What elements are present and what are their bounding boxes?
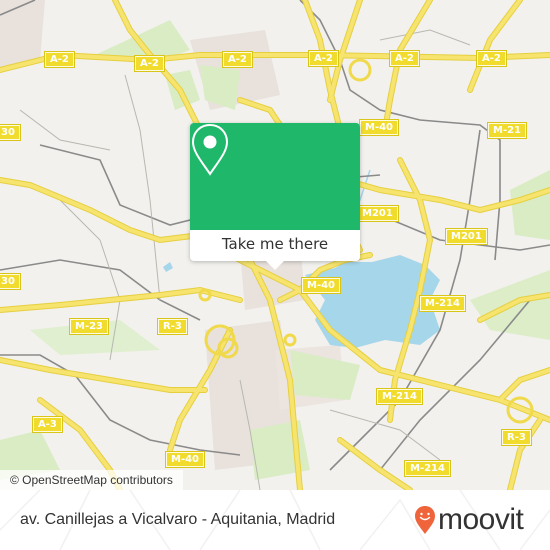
road-shield-m21: M-21	[486, 122, 528, 139]
pond	[163, 262, 173, 272]
road-shield-a2: A-2	[44, 51, 75, 68]
road-shield-m40: M-40	[164, 451, 206, 468]
map-view[interactable]: A-2 A-2 A-2 A-2 A-2 A-2 M-40 M-21 M201 M…	[0, 0, 550, 490]
park-area	[290, 350, 360, 400]
road-shield-m30: 30	[0, 273, 21, 290]
road-shield-a2: A-2	[389, 50, 420, 67]
road-shield-m40: M-40	[358, 119, 400, 136]
road-shield-m214: M-214	[376, 388, 423, 405]
map-attribution[interactable]: © OpenStreetMap contributors	[0, 470, 183, 490]
road-shield-m23: M-23	[68, 318, 110, 335]
take-me-there-button[interactable]: Take me there	[190, 230, 360, 261]
road-shield-m30: 30	[0, 124, 21, 141]
road-shield-r3: R-3	[157, 318, 188, 335]
road-shield-m201: M201	[445, 228, 488, 245]
map-pin-icon	[191, 123, 229, 176]
road-shield-m201: M201	[356, 205, 399, 222]
moovit-pin-icon	[415, 506, 435, 534]
park-area	[200, 65, 240, 110]
take-me-there-popup[interactable]: Take me there	[190, 123, 360, 270]
road-shield-a2: A-2	[222, 51, 253, 68]
road-shield-a3: A-3	[32, 416, 63, 433]
moovit-logo[interactable]: moovit	[414, 500, 524, 540]
road-shield-a2: A-2	[308, 50, 339, 67]
road-shield-a2: A-2	[134, 55, 165, 72]
road-shield-m214: M-214	[419, 295, 466, 312]
popup-pointer	[266, 261, 284, 270]
road-shield-m40: M-40	[300, 277, 342, 294]
road-shield-a2: A-2	[476, 50, 507, 67]
road-shield-r3: R-3	[501, 429, 532, 446]
stop-name: av. Canillejas a Vicalvaro - Aquitania, …	[20, 511, 336, 528]
brand-name: moovit	[438, 503, 524, 536]
road-shield-m214: M-214	[404, 460, 451, 477]
park-area	[510, 170, 550, 240]
footer-bar: av. Canillejas a Vicalvaro - Aquitania, …	[0, 490, 550, 550]
popup-header	[190, 123, 360, 230]
